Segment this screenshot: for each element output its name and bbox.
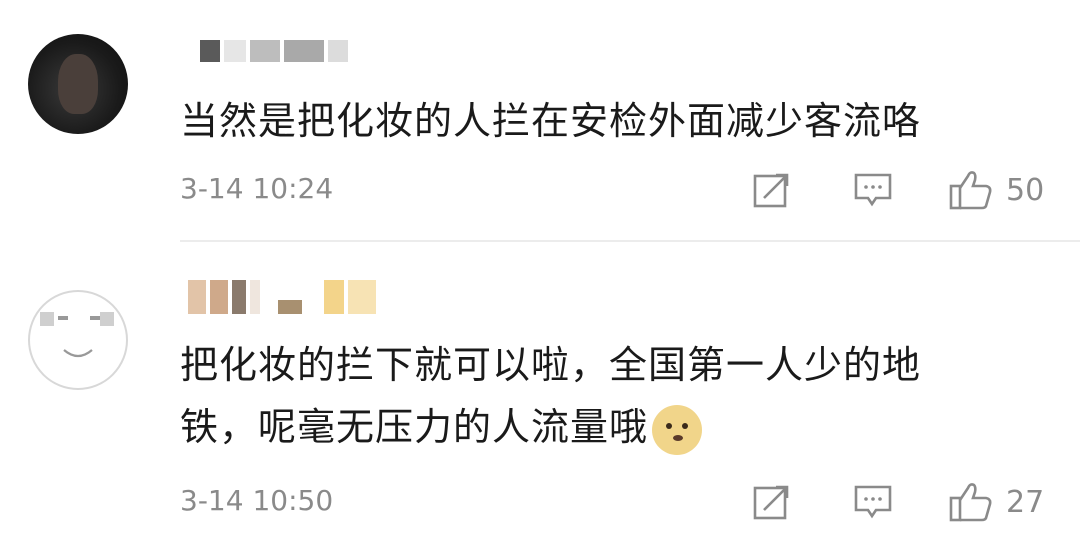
reply-icon <box>854 485 892 519</box>
reply-icon <box>854 173 892 207</box>
comment-time: 3-14 10:24 <box>180 172 334 205</box>
comment-1: 当然是把化妆的人拦在安检外面减少客流咯 3-14 10:24 50 <box>0 0 1080 240</box>
share-button[interactable] <box>752 170 792 210</box>
share-button[interactable] <box>752 482 792 522</box>
like-count: 50 <box>1006 172 1045 208</box>
comment-text: 当然是把化妆的人拦在安检外面减少客流咯 <box>180 99 922 143</box>
username-blurred[interactable] <box>200 40 348 62</box>
avatar[interactable] <box>28 34 128 134</box>
avatar[interactable] <box>28 290 128 390</box>
comment-text-line-2-content: 铁，呢毫无压力的人流量哦 <box>180 405 649 449</box>
share-icon <box>753 173 789 208</box>
comment-2: 把化妆的拦下就可以啦，全国第一人少的地 铁，呢毫无压力的人流量哦 3-14 10… <box>0 242 1080 542</box>
thumbs-up-icon <box>949 483 992 522</box>
reply-button[interactable] <box>852 170 894 210</box>
username-blurred[interactable] <box>188 280 376 314</box>
like-count: 27 <box>1006 484 1045 520</box>
reply-button[interactable] <box>852 482 894 522</box>
share-icon <box>753 485 789 520</box>
doge-emoji-icon <box>652 404 703 455</box>
comment-time: 3-14 10:50 <box>180 484 334 517</box>
thumbs-up-icon <box>949 171 992 210</box>
like-button[interactable]: 50 <box>948 168 1044 212</box>
comment-text-line-1: 把化妆的拦下就可以啦，全国第一人少的地 <box>180 343 922 387</box>
like-button[interactable]: 27 <box>948 480 1044 524</box>
smiley-face-avatar-icon <box>40 312 114 358</box>
comment-text-line-2: 铁，呢毫无压力的人流量哦 <box>180 396 703 458</box>
